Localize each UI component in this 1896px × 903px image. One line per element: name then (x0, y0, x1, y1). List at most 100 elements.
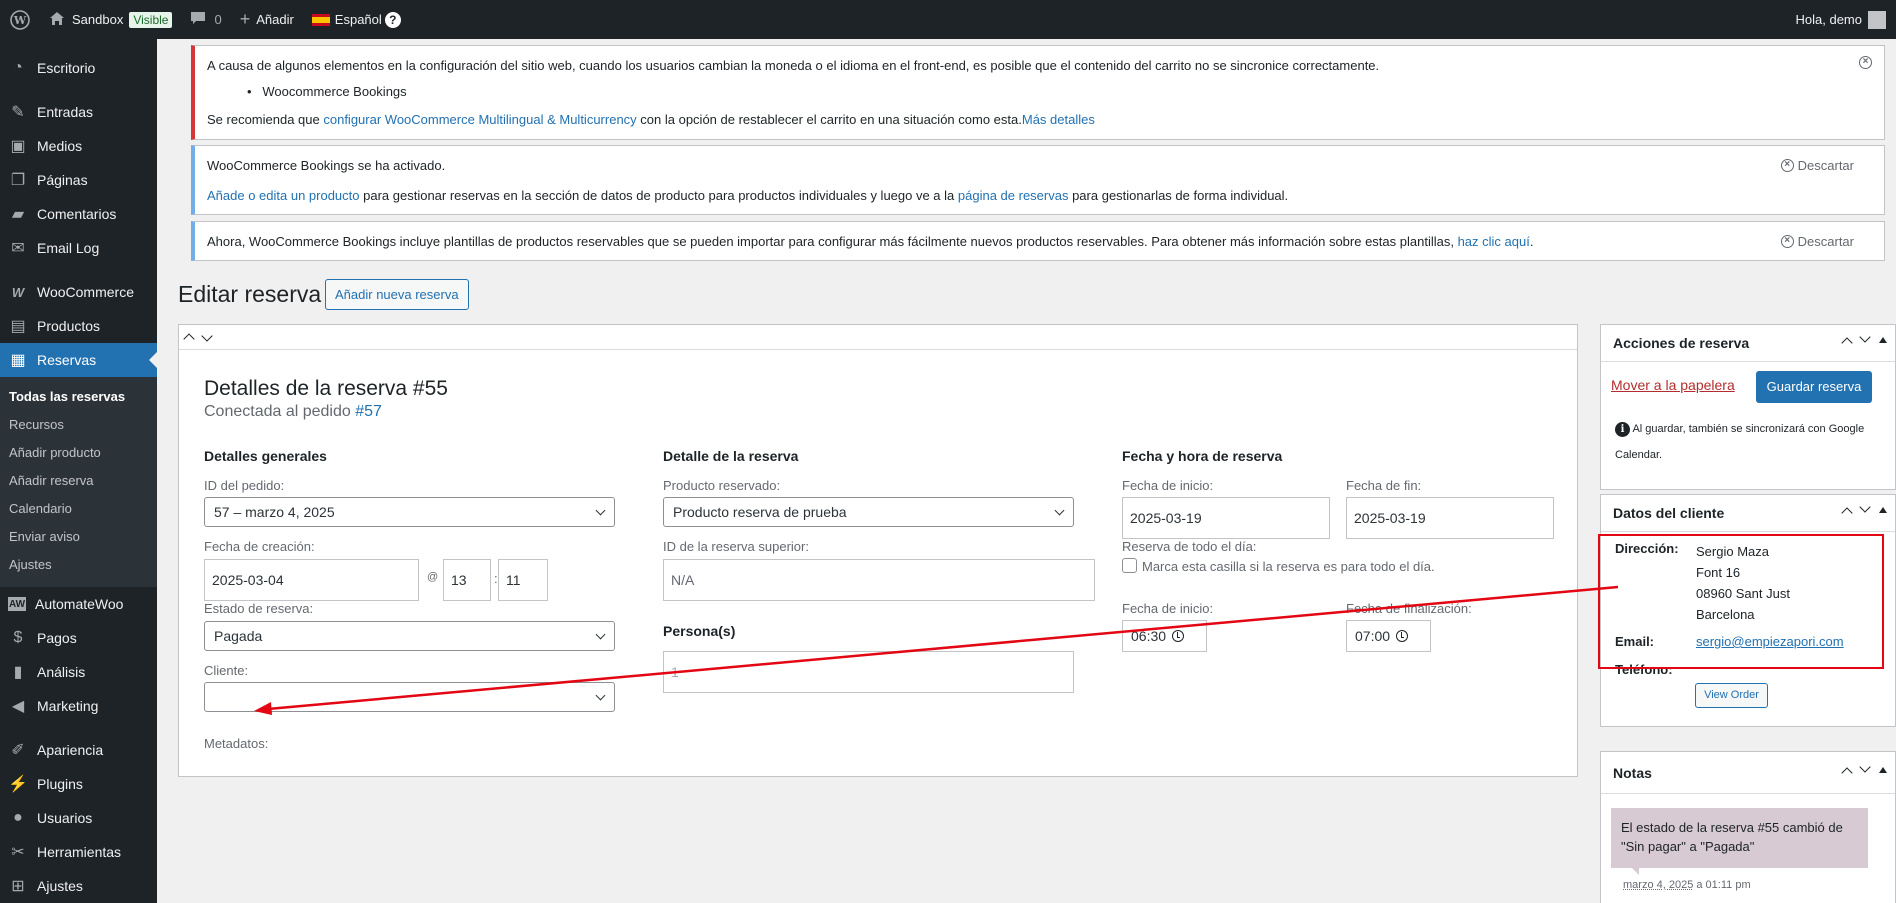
created-hour-input[interactable]: 13 (443, 559, 491, 601)
booking-subheading: Conectada al pedido #57 (204, 403, 382, 421)
sidebar-item-ajustes[interactable]: ⊞ Ajustes (0, 869, 157, 903)
sidebar-item-label: Medios (37, 138, 83, 154)
chevron-down-icon[interactable] (1859, 501, 1871, 513)
toggle-panel-icon[interactable] (1879, 507, 1887, 513)
more-details-link[interactable]: Más detalles (1022, 112, 1095, 127)
dismiss-button[interactable]: × Descartar (1780, 158, 1854, 173)
sidebar-item-analisis[interactable]: ▮ Análisis (0, 655, 157, 689)
chevron-down-icon[interactable] (201, 330, 213, 342)
configure-multicurrency-link[interactable]: configurar WooCommerce Multilingual & Mu… (323, 112, 636, 127)
notice-title: WooCommerce Bookings se ha activado. (207, 158, 446, 173)
sidebar-item-label: Análisis (37, 664, 86, 680)
customer-select[interactable] (204, 682, 615, 712)
product-select[interactable]: Producto reserva de prueba (663, 497, 1074, 527)
toggle-panel-icon[interactable] (1879, 767, 1887, 773)
automatewoo-icon: AW (8, 597, 26, 611)
note-pointer (1631, 867, 1639, 875)
end-date-input[interactable]: 2025-03-19 (1346, 497, 1554, 539)
dismiss-button[interactable]: × Descartar (1780, 234, 1854, 249)
booking-details-box: Detalles de la reserva #55 Conectada al … (178, 324, 1578, 777)
submenu-todas-reservas[interactable]: Todas las reservas (0, 383, 157, 411)
click-here-link[interactable]: haz clic aquí (1458, 234, 1530, 249)
date-time-title: Fecha y hora de reserva (1122, 448, 1283, 464)
sidebar-item-paginas[interactable]: ❐ Páginas (0, 163, 157, 197)
submenu-calendario[interactable]: Calendario (0, 495, 157, 523)
chevron-down-icon[interactable] (1859, 761, 1871, 773)
sidebar-item-herramientas[interactable]: ✂ Herramientas (0, 835, 157, 869)
save-booking-button[interactable]: Guardar reserva (1756, 371, 1872, 403)
sidebar-item-reservas[interactable]: ▦ Reservas (0, 343, 157, 377)
status-label: Estado de reserva: (204, 601, 314, 616)
sync-note: i Al guardar, también se sincronizará co… (1615, 416, 1887, 468)
site-name-link[interactable]: Sandbox Visible (40, 0, 181, 39)
start-time-input[interactable]: 06:30 (1122, 620, 1207, 652)
parent-booking-label: ID de la reserva superior: (663, 539, 809, 554)
edit-product-link[interactable]: Añade o edita un producto (207, 188, 360, 203)
payments-icon: $ (13, 629, 23, 646)
megaphone-icon: ◀ (11, 698, 25, 715)
view-order-button[interactable]: View Order (1695, 683, 1768, 708)
user-greeting: Hola, demo (1795, 12, 1862, 27)
sidebar-item-pagos[interactable]: $ Pagos (0, 621, 157, 655)
sub-pre: Conectada al pedido (204, 403, 356, 420)
order-id-select[interactable]: 57 – marzo 4, 2025 (204, 497, 615, 527)
at-symbol: @ (427, 571, 439, 583)
status-select[interactable]: Pagada (204, 621, 615, 651)
end-date-label: Fecha de fin: (1346, 478, 1422, 493)
chevron-up-icon[interactable] (1841, 767, 1853, 779)
persons-label: Persona(s) (663, 623, 736, 639)
chevron-down-icon[interactable] (1859, 331, 1871, 343)
rec-mid: con la opción de restablecer el carrito … (636, 112, 1022, 127)
toggle-panel-icon[interactable] (1879, 337, 1887, 343)
move-to-trash-link[interactable]: Mover a la papelera (1611, 377, 1735, 393)
sidebar-item-apariencia[interactable]: ✐ Apariencia (0, 733, 157, 767)
created-date-input[interactable]: 2025-03-04 (204, 559, 419, 601)
end-time-input[interactable]: 07:00 (1346, 620, 1431, 652)
sidebar-item-email-log[interactable]: ✉ Email Log (0, 231, 157, 265)
submenu-enviar-aviso[interactable]: Enviar aviso (0, 523, 157, 551)
sidebar-item-label: Escritorio (37, 60, 96, 76)
add-new-link[interactable]: + Añadir (231, 0, 303, 39)
dashboard-icon: ◔ (13, 59, 23, 76)
created-minute-input[interactable]: 11 (498, 559, 548, 601)
close-icon[interactable]: × (1859, 56, 1872, 69)
submenu-anadir-reserva[interactable]: Añadir reserva (0, 467, 157, 495)
chevron-up-icon[interactable] (1841, 507, 1853, 519)
body-end: . (1529, 234, 1534, 249)
parent-booking-input[interactable]: N/A (663, 559, 1095, 601)
order-link[interactable]: #57 (355, 403, 382, 420)
chevron-up-icon[interactable] (1841, 337, 1853, 349)
bookings-page-link[interactable]: página de reservas (958, 188, 1069, 203)
annotation-highlight-box (1598, 534, 1884, 669)
sidebar-item-escritorio[interactable]: ◔ Escritorio (0, 51, 157, 85)
wordpress-logo-icon[interactable]: W (0, 0, 40, 39)
sidebar-item-plugins[interactable]: ⚡ Plugins (0, 767, 157, 801)
persons-input[interactable]: 1 (663, 651, 1074, 693)
sidebar-item-entradas[interactable]: ✎ Entradas (0, 95, 157, 129)
language-switcher[interactable]: Español ? (303, 0, 410, 39)
submenu-anadir-producto[interactable]: Añadir producto (0, 439, 157, 467)
all-day-checkbox[interactable] (1122, 558, 1137, 573)
sidebar-item-comentarios[interactable]: ▰ Comentarios (0, 197, 157, 231)
sidebar-item-productos[interactable]: ▤ Productos (0, 309, 157, 343)
submenu-ajustes[interactable]: Ajustes (0, 551, 157, 579)
sidebar-item-marketing[interactable]: ◀ Marketing (0, 689, 157, 723)
plus-icon: + (239, 9, 251, 29)
notice-body: Ahora, WooCommerce Bookings incluye plan… (207, 234, 1533, 249)
admin-bar: W Sandbox Visible 0 + Añadir Español ? H… (0, 0, 1896, 39)
calendar-icon: ▦ (10, 352, 26, 369)
sidebar-item-automatewoo[interactable]: AW AutomateWoo (0, 587, 157, 621)
sidebar-item-medios[interactable]: ▣ Medios (0, 129, 157, 163)
reservas-submenu: Todas las reservas Recursos Añadir produ… (0, 377, 157, 587)
sidebar-item-label: Herramientas (37, 844, 122, 860)
comments-link[interactable]: 0 (181, 0, 230, 39)
sidebar-item-usuarios[interactable]: ● Usuarios (0, 801, 157, 835)
start-date-input[interactable]: 2025-03-19 (1122, 497, 1330, 539)
note-time: a 01:11 pm (1693, 879, 1751, 891)
sidebar-item-woocommerce[interactable]: W WooCommerce (0, 275, 157, 309)
chevron-up-icon[interactable] (183, 333, 195, 345)
user-menu[interactable]: Hola, demo (1795, 10, 1896, 29)
submenu-recursos[interactable]: Recursos (0, 411, 157, 439)
add-new-booking-button[interactable]: Añadir nueva reserva (325, 279, 469, 310)
sidebar-item-label: AutomateWoo (35, 596, 124, 612)
